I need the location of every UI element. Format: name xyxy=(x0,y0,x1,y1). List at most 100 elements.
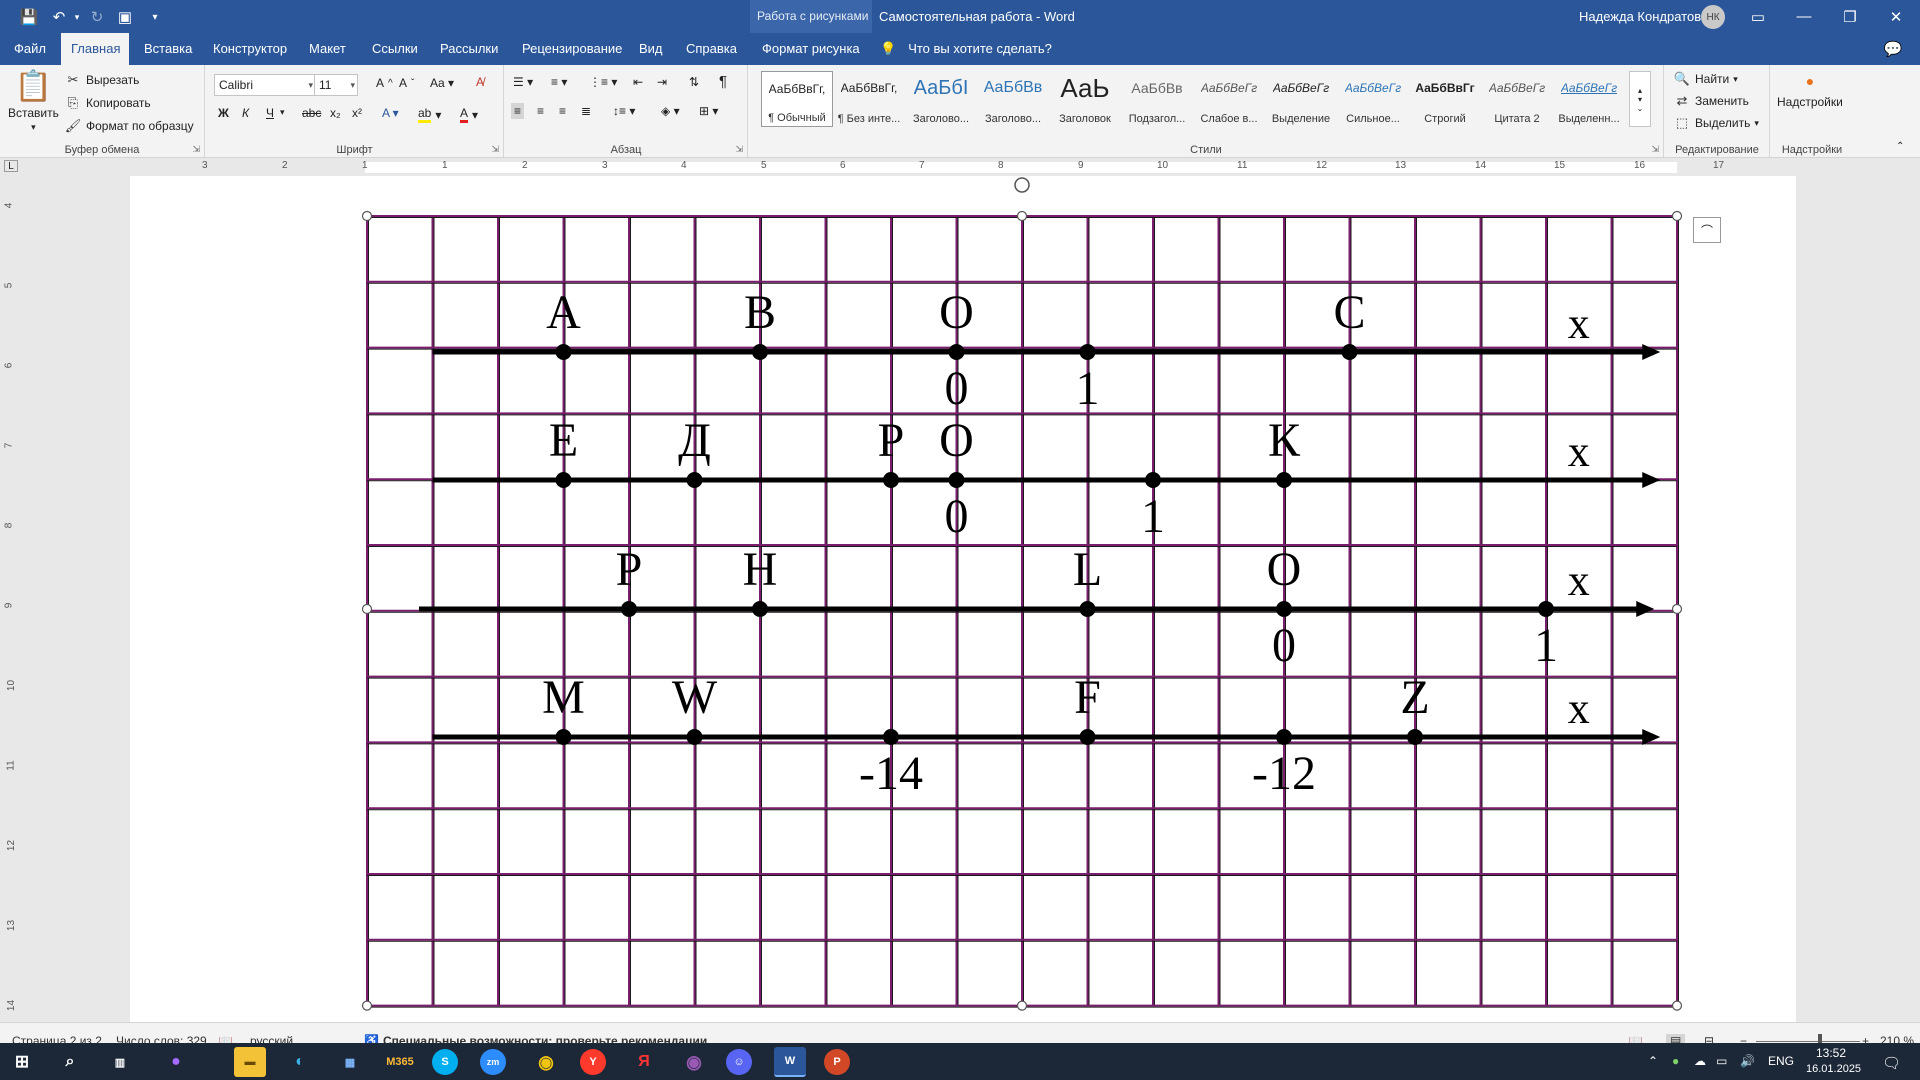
minimize-button[interactable]: — xyxy=(1781,0,1827,33)
task-view-icon[interactable]: ▥ xyxy=(104,1047,136,1077)
touch-mode-icon[interactable]: ▣ xyxy=(114,6,136,28)
superscript-icon[interactable]: x² xyxy=(352,106,362,120)
style-no-spacing[interactable]: АаБбВвГг, ¶ Без инте... xyxy=(833,71,905,127)
shrink-font-icon[interactable]: Aˇ xyxy=(399,76,414,90)
style-intense-emphasis[interactable]: АаБбВеГг Сильное... xyxy=(1337,71,1409,127)
replace-button[interactable]: ⇄ Заменить xyxy=(1673,92,1749,110)
clear-formatting-icon[interactable]: A̸ xyxy=(476,75,484,89)
tab-help[interactable]: Справка xyxy=(676,33,747,65)
customize-toolbar-icon[interactable]: ▾ xyxy=(144,6,166,28)
tab-references[interactable]: Ссылки xyxy=(362,33,428,65)
style-heading-2[interactable]: АаБбВв Заголово... xyxy=(977,71,1049,127)
copy-button[interactable]: ⎘ Копировать xyxy=(64,94,151,112)
tab-mailings[interactable]: Рассылки xyxy=(430,33,508,65)
style-subtitle[interactable]: АаБбВв Подзагол... xyxy=(1121,71,1193,127)
word-icon[interactable]: W xyxy=(774,1047,806,1077)
decrease-indent-icon[interactable]: ⇤ xyxy=(633,75,643,89)
dialog-launcher-icon[interactable]: ⇲ xyxy=(192,144,200,155)
styles-scroll[interactable]: ▴ ▾ ⌄ xyxy=(1629,71,1651,127)
highlight-icon[interactable]: ab ▾ xyxy=(418,106,441,123)
change-case-icon[interactable]: Aa ▾ xyxy=(430,76,454,90)
windows-start-icon[interactable]: ⊞ xyxy=(6,1047,38,1077)
font-family-select[interactable]: Calibri ▾ xyxy=(214,74,316,96)
network-icon[interactable]: ▭ xyxy=(1716,1054,1727,1068)
edge-icon[interactable]: ◐ xyxy=(284,1047,316,1077)
onedrive-icon[interactable]: ☁ xyxy=(1694,1054,1706,1068)
clock-time[interactable]: 13:52 xyxy=(1816,1046,1846,1060)
tab-layout[interactable]: Макет xyxy=(299,33,356,65)
volume-icon[interactable]: 🔊 xyxy=(1740,1054,1755,1068)
document-page[interactable] xyxy=(130,176,1796,1022)
multilevel-list-icon[interactable]: ⋮≡ ▾ xyxy=(589,75,617,89)
chevron-up-icon[interactable]: ⌃ xyxy=(1648,1054,1658,1068)
notifications-icon[interactable]: 🗨 xyxy=(1882,1054,1901,1072)
grow-font-icon[interactable]: A ^ xyxy=(376,76,393,90)
align-center-icon[interactable]: ≡ xyxy=(537,104,544,118)
zoom-icon[interactable]: zm xyxy=(480,1049,506,1075)
clock-date[interactable]: 16.01.2025 xyxy=(1806,1063,1861,1075)
addins-button[interactable]: ● Надстройки xyxy=(1777,73,1843,109)
yandex-icon[interactable]: Я xyxy=(628,1047,660,1077)
borders-icon[interactable]: ⊞ ▾ xyxy=(699,104,718,118)
text-effects-icon[interactable]: A ▾ xyxy=(382,106,399,120)
store-icon[interactable]: ▦ xyxy=(334,1047,366,1077)
style-strong[interactable]: АаБбВвГг Строгий xyxy=(1409,71,1481,127)
tab-insert[interactable]: Вставка xyxy=(134,33,202,65)
save-icon[interactable]: 💾 xyxy=(18,6,40,28)
dialog-launcher-icon[interactable]: ⇲ xyxy=(1651,144,1659,155)
search-icon[interactable]: ⌕ xyxy=(54,1047,86,1077)
layout-options-icon[interactable]: ⌒ xyxy=(1693,217,1721,243)
italic-button[interactable]: К xyxy=(242,106,249,120)
collapse-ribbon-icon[interactable]: ⌃ xyxy=(1896,141,1904,152)
yandex-browser-icon[interactable]: Y xyxy=(580,1049,606,1075)
style-intense-quote[interactable]: АаБбВеГг Выделенн... xyxy=(1553,71,1625,127)
shading-icon[interactable]: ◈ ▾ xyxy=(661,104,680,118)
vertical-ruler[interactable] xyxy=(0,176,20,1022)
undo-dropdown-icon[interactable]: ▾ xyxy=(66,6,88,28)
zoom-slider[interactable] xyxy=(1756,1041,1860,1042)
dialog-launcher-icon[interactable]: ⇲ xyxy=(735,144,743,155)
justify-icon[interactable]: ≣ xyxy=(581,104,591,118)
close-button[interactable]: ✕ xyxy=(1873,0,1919,33)
style-title[interactable]: АаЬ Заголовок xyxy=(1049,71,1121,127)
office-icon[interactable]: M365 xyxy=(384,1047,416,1077)
increase-indent-icon[interactable]: ⇥ xyxy=(657,75,667,89)
tab-home[interactable]: Главная xyxy=(61,33,129,65)
style-quote[interactable]: АаБбВеГг Цитата 2 xyxy=(1481,71,1553,127)
file-explorer-icon[interactable]: ▬ xyxy=(234,1047,266,1077)
dialog-launcher-icon[interactable]: ⇲ xyxy=(491,144,499,155)
chrome-icon[interactable]: ◉ xyxy=(530,1047,562,1077)
style-heading-1[interactable]: АаБбI Заголово... xyxy=(905,71,977,127)
tab-view[interactable]: Вид xyxy=(629,33,673,65)
format-painter-button[interactable]: 🖌 Формат по образцу xyxy=(64,117,194,135)
avatar[interactable]: НК xyxy=(1701,5,1725,29)
align-right-icon[interactable]: ≡ xyxy=(559,104,566,118)
tray-app-icon[interactable]: ● xyxy=(1672,1054,1679,1068)
powerpoint-icon[interactable]: P xyxy=(824,1049,850,1075)
style-emphasis[interactable]: АаБбВеГг Выделение xyxy=(1265,71,1337,127)
find-button[interactable]: 🔍 Найти ▾ xyxy=(1673,70,1738,88)
pilcrow-icon[interactable]: ¶ xyxy=(719,73,727,90)
skype-icon[interactable]: S xyxy=(432,1049,458,1075)
tab-picture-format[interactable]: Формат рисунка xyxy=(752,33,870,65)
tab-design[interactable]: Конструктор xyxy=(203,33,297,65)
subscript-icon[interactable]: x₂ xyxy=(330,106,341,120)
redo-icon[interactable]: ↻ xyxy=(86,6,108,28)
line-spacing-icon[interactable]: ↕≡ ▾ xyxy=(613,104,635,118)
bold-button[interactable]: Ж xyxy=(218,106,229,120)
paste-button[interactable]: 📋 Вставить ▾ xyxy=(8,69,59,133)
tab-file[interactable]: Файл xyxy=(4,33,56,65)
sort-icon[interactable]: ⇅ xyxy=(689,75,699,89)
numbering-icon[interactable]: ≡ ▾ xyxy=(551,75,567,89)
restore-button[interactable]: ❐ xyxy=(1827,0,1873,33)
tab-selector-icon[interactable]: L xyxy=(4,160,18,172)
user-name[interactable]: Надежда Кондратова xyxy=(1579,9,1708,24)
cut-button[interactable]: ✂ Вырезать xyxy=(64,71,140,89)
tab-review[interactable]: Рецензирование xyxy=(512,33,632,65)
ribbon-display-icon[interactable]: ▭ xyxy=(1735,0,1781,33)
underline-button[interactable]: Ч xyxy=(266,106,274,120)
underline-dropdown-icon[interactable]: ▾ xyxy=(280,107,285,118)
input-language[interactable]: ENG xyxy=(1768,1054,1794,1068)
style-normal[interactable]: АаБбВвГг, ¶ Обычный xyxy=(761,71,833,127)
discord-icon[interactable]: ☺ xyxy=(726,1049,752,1075)
